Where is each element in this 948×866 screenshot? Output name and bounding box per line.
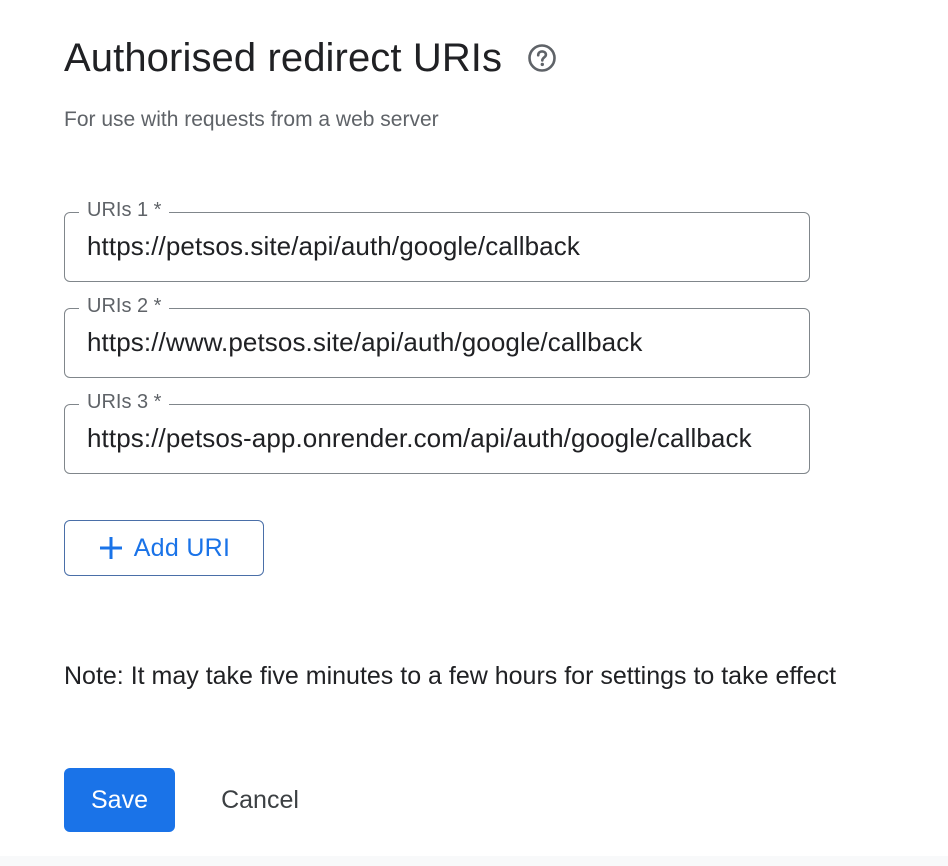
uri-field-2: URIs 2 * <box>64 293 810 378</box>
uri-input-1[interactable] <box>87 213 787 280</box>
section-subtitle: For use with requests from a web server <box>64 108 439 131</box>
help-circle-icon[interactable] <box>526 42 558 74</box>
redirect-uris-section: Authorised redirect URIs For use with re… <box>64 0 884 866</box>
bottom-divider <box>0 856 948 866</box>
uri-input-3[interactable] <box>87 405 787 472</box>
settings-note: Note: It may take five minutes to a few … <box>64 662 837 690</box>
add-uri-button[interactable]: Add URI <box>64 520 264 576</box>
uri-input-2[interactable] <box>87 309 787 376</box>
section-heading: Authorised redirect URIs <box>64 30 558 86</box>
section-title: Authorised redirect URIs <box>64 36 503 80</box>
uri-field-3: URIs 3 * <box>64 389 810 474</box>
save-button[interactable]: Save <box>64 768 175 832</box>
plus-icon <box>98 535 124 561</box>
cancel-button[interactable]: Cancel <box>194 768 326 832</box>
add-uri-label: Add URI <box>133 533 231 562</box>
uri-field-1: URIs 1 * <box>64 197 810 282</box>
